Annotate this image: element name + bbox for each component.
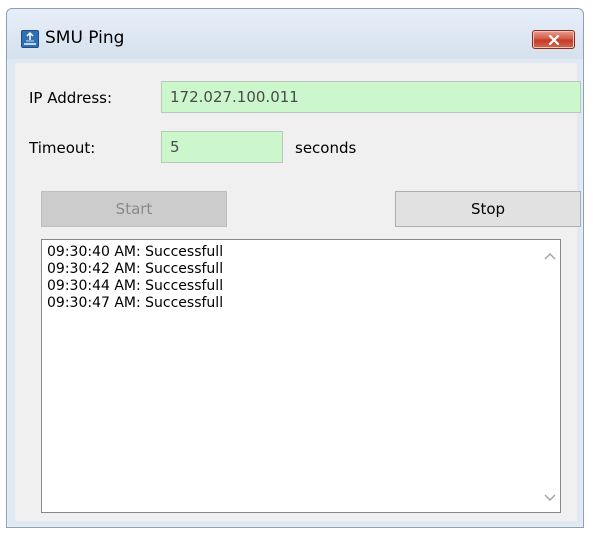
form-panel: IP Address: 172.027.100.011 Timeout: 5 s… bbox=[15, 63, 581, 521]
vertical-scrollbar[interactable] bbox=[540, 240, 560, 512]
log-line: 09:30:42 AM: Successfull bbox=[47, 261, 224, 277]
start-button[interactable]: Start bbox=[41, 191, 227, 227]
smu-ping-window: SMU Ping IP Address: 172.027.100.011 Tim… bbox=[6, 8, 584, 528]
log-lines: 09:30:40 AM: Successfull 09:30:42 AM: Su… bbox=[47, 244, 223, 312]
log-line: 09:30:40 AM: Successfull bbox=[47, 244, 224, 260]
ip-address-input[interactable]: 172.027.100.011 bbox=[161, 81, 581, 113]
timeout-label: Timeout: bbox=[29, 139, 96, 157]
close-button[interactable] bbox=[532, 30, 575, 49]
scroll-down-icon[interactable] bbox=[544, 494, 556, 502]
timeout-unit-label: seconds bbox=[295, 139, 357, 157]
ip-address-label: IP Address: bbox=[29, 89, 113, 107]
timeout-input[interactable]: 5 bbox=[161, 131, 283, 163]
window-title: SMU Ping bbox=[45, 28, 125, 48]
network-app-icon bbox=[21, 30, 39, 48]
title-bar[interactable]: SMU Ping bbox=[7, 9, 583, 59]
scroll-up-icon[interactable] bbox=[544, 252, 556, 260]
log-line: 09:30:44 AM: Successfull bbox=[47, 278, 224, 294]
ping-log-textarea[interactable]: 09:30:40 AM: Successfull 09:30:42 AM: Su… bbox=[41, 239, 561, 513]
log-line: 09:30:47 AM: Successfull bbox=[47, 295, 224, 311]
close-icon bbox=[548, 35, 560, 45]
stop-button[interactable]: Stop bbox=[395, 191, 581, 227]
